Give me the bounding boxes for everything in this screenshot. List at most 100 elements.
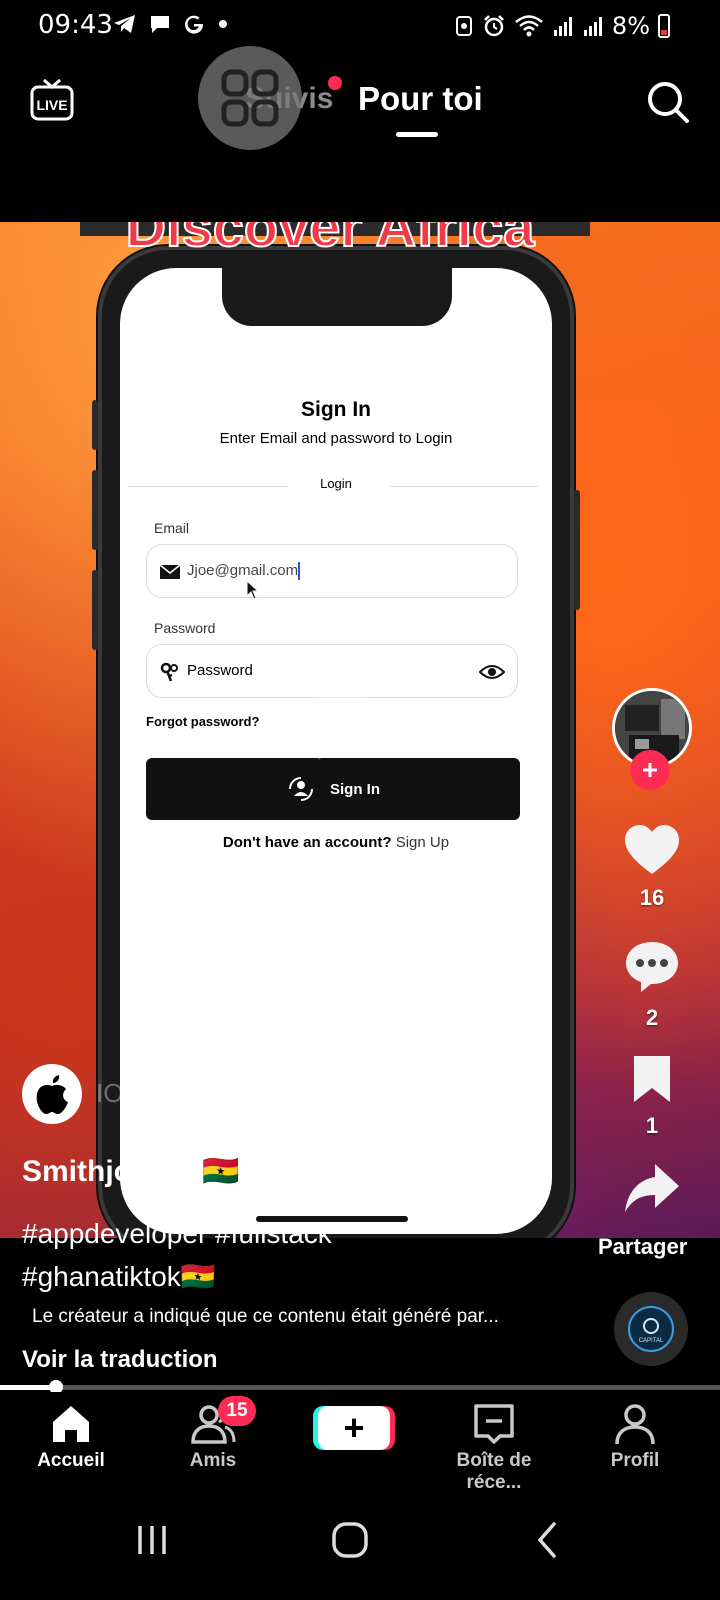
profile-icon xyxy=(615,1404,655,1445)
comment-icon xyxy=(626,942,678,992)
signup-link: Sign Up xyxy=(395,834,450,851)
battery-percentage: 8% xyxy=(611,12,650,40)
tab-profile-label: Profil xyxy=(610,1450,660,1471)
signin-button: Sign In xyxy=(146,758,520,820)
share-label: Partager xyxy=(598,1234,688,1259)
signal-icon xyxy=(553,17,572,36)
apple-logo-icon xyxy=(36,1075,68,1114)
ai-content-notice[interactable]: Le créateur a indiqué que ce contenu éta… xyxy=(32,1306,499,1328)
tab-for-you[interactable]: Pour toi xyxy=(358,80,483,118)
comment-button[interactable]: 2 xyxy=(620,938,684,1031)
divider xyxy=(390,486,538,487)
share-arrow-icon xyxy=(625,1164,679,1212)
capital-logo: CAPITAL xyxy=(628,1306,674,1352)
message-icon xyxy=(151,16,169,33)
source-avatar[interactable] xyxy=(22,1064,82,1124)
active-tab-indicator xyxy=(396,132,438,137)
follow-button[interactable] xyxy=(630,750,670,790)
email-text: Jjoe@gmail.com xyxy=(187,562,299,579)
comment-count: 2 xyxy=(645,1005,659,1030)
home-nav-icon[interactable] xyxy=(320,1510,380,1570)
top-navigation: LIVE Suivis Pour toi xyxy=(0,46,720,222)
progress-fill xyxy=(0,1385,57,1390)
like-count: 16 xyxy=(639,885,665,910)
tab-home[interactable]: Accueil xyxy=(6,1400,136,1472)
see-translation-link[interactable]: Voir la traduction xyxy=(22,1346,218,1374)
nfc-icon xyxy=(455,16,472,36)
system-status: 8% xyxy=(454,12,670,40)
tab-profile[interactable]: Profil xyxy=(570,1400,700,1472)
inbox-icon xyxy=(474,1404,514,1444)
envelope-icon xyxy=(159,564,181,579)
mouse-cursor-icon xyxy=(246,580,260,600)
back-icon[interactable] xyxy=(518,1510,578,1570)
email-value: Jjoe@gmail.com xyxy=(187,562,301,581)
live-label: LIVE xyxy=(36,97,67,113)
battery-icon xyxy=(658,14,670,38)
bookmark-icon xyxy=(634,1056,670,1102)
system-navigation-bar xyxy=(0,1490,720,1600)
phone-notch xyxy=(222,268,452,326)
password-placeholder: Password xyxy=(187,662,253,679)
password-label: Password xyxy=(154,620,216,636)
caption-line: #ghanatiktok🇬🇭 xyxy=(22,1261,216,1292)
signal-icon xyxy=(583,17,602,36)
search-icon xyxy=(648,82,689,123)
forgot-password-link: Forgot password? xyxy=(146,714,260,729)
email-label: Email xyxy=(154,520,190,536)
tab-home-label: Accueil xyxy=(37,1450,105,1471)
tab-friends[interactable]: Amis xyxy=(148,1400,278,1472)
caption[interactable]: #appdeveloper #fullstack #ghanatiktok🇬🇭 xyxy=(22,1212,582,1298)
source-text: IOS DEVELOPER republication xyxy=(96,1078,462,1108)
search-button[interactable] xyxy=(644,78,692,126)
status-time: 09:43 xyxy=(38,10,113,40)
bookmark-button[interactable]: 1 xyxy=(620,1054,684,1139)
no-account-text: Don't have an account? xyxy=(222,834,392,851)
eye-icon xyxy=(479,665,505,679)
heart-icon xyxy=(625,825,679,874)
floating-menu-button[interactable] xyxy=(198,46,302,150)
user-sync-icon xyxy=(289,777,313,801)
live-button[interactable]: LIVE xyxy=(28,76,76,124)
home-icon xyxy=(53,1406,89,1442)
google-icon xyxy=(185,15,204,34)
dot-icon xyxy=(219,20,227,28)
text-caret xyxy=(298,562,301,581)
phone-side-button xyxy=(92,570,98,650)
tab-friends-label: Amis xyxy=(189,1450,237,1471)
video-progress-bar[interactable] xyxy=(0,1380,720,1394)
signin-subtitle: Enter Email and password to Login xyxy=(219,430,453,447)
alarm-icon xyxy=(484,15,504,37)
signin-title: Sign In xyxy=(301,398,371,421)
key-icon xyxy=(160,662,178,682)
plus-icon: + xyxy=(318,1406,390,1450)
video-headline: Discover Africa xyxy=(125,222,536,259)
music-disc-text: CAPITAL xyxy=(639,1338,664,1344)
divider-label: Login xyxy=(320,476,352,491)
phone-side-button xyxy=(574,490,580,610)
recent-apps-icon[interactable] xyxy=(122,1510,182,1570)
tab-inbox[interactable]: Boîte de réce... xyxy=(428,1400,560,1494)
plus-icon xyxy=(643,763,657,777)
telegram-icon xyxy=(114,15,135,33)
signup-row: Don't have an account? Sign Up xyxy=(120,834,552,851)
create-button[interactable]: + xyxy=(313,1406,395,1450)
live-tv-icon: LIVE xyxy=(30,78,74,121)
music-disc[interactable]: CAPITAL xyxy=(614,1292,688,1366)
email-field: Jjoe@gmail.com xyxy=(146,544,518,598)
notification-icons xyxy=(112,12,230,36)
phone-side-button xyxy=(92,470,98,550)
play-icon xyxy=(318,668,394,760)
wifi-icon xyxy=(515,15,543,37)
phone-side-button xyxy=(92,400,98,450)
tab-inbox-label: Boîte de réce... xyxy=(456,1450,532,1493)
bookmark-count: 1 xyxy=(645,1113,659,1138)
signin-button-label: Sign In xyxy=(330,780,380,798)
grid-icon xyxy=(221,69,279,127)
like-button[interactable]: 16 xyxy=(620,824,684,911)
caption-line: #appdeveloper #fullstack xyxy=(22,1218,332,1249)
username[interactable]: Smithjoseph🇬🇭 xyxy=(22,1154,239,1189)
new-content-dot xyxy=(328,76,342,90)
friends-notification-badge: 15 xyxy=(218,1396,256,1426)
share-button[interactable] xyxy=(620,1162,684,1219)
